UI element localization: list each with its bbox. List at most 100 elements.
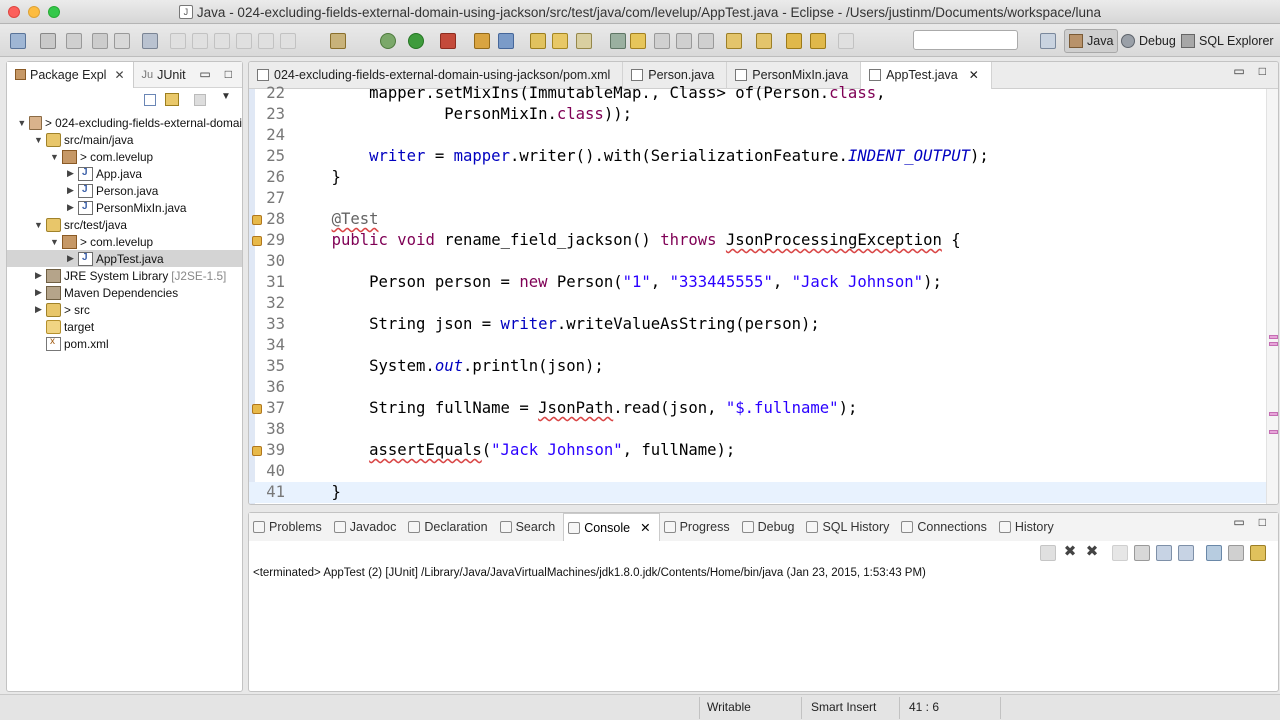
perspective-debug[interactable]: Debug — [1117, 29, 1180, 53]
code-line[interactable]: 24 — [249, 125, 1266, 146]
step-over-icon[interactable] — [258, 33, 274, 49]
code-line[interactable]: 40 — [249, 461, 1266, 482]
run-icon[interactable] — [408, 33, 424, 49]
code-line[interactable]: 29 public void rename_field_jackson() th… — [249, 230, 1266, 251]
tab-junit[interactable]: Ju JUnit — [134, 62, 194, 88]
previous-annotation-icon[interactable] — [756, 33, 772, 49]
save-icon[interactable] — [40, 33, 56, 49]
skip-breakpoints-icon[interactable] — [142, 33, 158, 49]
code-line[interactable]: 41 } — [249, 482, 1266, 503]
expanded-arrow-icon[interactable]: ▼ — [49, 237, 60, 247]
tab-progress[interactable]: Progress — [660, 513, 738, 541]
overview-marker[interactable] — [1269, 412, 1278, 416]
warning-marker-icon[interactable] — [252, 236, 262, 246]
tree-item[interactable]: ▼ > com.levelup — [7, 148, 242, 165]
collapsed-arrow-icon[interactable]: ▶ — [65, 185, 76, 196]
tree-item[interactable]: ▶ App.java — [7, 165, 242, 182]
tree-item[interactable]: ▶ PersonMixIn.java — [7, 199, 242, 216]
open-perspective-icon[interactable] — [1040, 33, 1056, 49]
show-whitespace-icon[interactable] — [676, 33, 692, 49]
show-on-error-icon[interactable] — [1178, 545, 1194, 561]
search-icon[interactable] — [576, 33, 592, 49]
maximize-icon[interactable]: □ — [1259, 515, 1266, 529]
minimize-icon[interactable]: ▭ — [1233, 64, 1244, 78]
pin-console-icon[interactable] — [1206, 545, 1222, 561]
tab-debug[interactable]: Debug — [738, 513, 803, 541]
overview-ruler[interactable] — [1266, 89, 1278, 504]
new-java-package-icon[interactable] — [498, 33, 514, 49]
code-line[interactable]: 37 String fullName = JsonPath.read(json,… — [249, 398, 1266, 419]
expanded-arrow-icon[interactable]: ▼ — [33, 135, 44, 145]
tab-sql-history[interactable]: SQL History — [802, 513, 897, 541]
terminate-icon[interactable] — [214, 33, 230, 49]
tree-item[interactable]: ▶ AppTest.java — [7, 250, 242, 267]
collapsed-arrow-icon[interactable]: ▶ — [33, 304, 44, 315]
show-on-output-icon[interactable] — [1156, 545, 1172, 561]
tree-item[interactable]: ▶ Maven Dependencies — [7, 284, 242, 301]
remove-all-launches-icon[interactable]: ✖ — [1084, 544, 1100, 561]
open-task-icon[interactable] — [552, 33, 568, 49]
open-console-icon[interactable] — [1250, 545, 1266, 561]
code-line[interactable]: 22 mapper.setMixIns(ImmutableMap., Class… — [249, 83, 1266, 104]
code-line[interactable]: 30 — [249, 251, 1266, 272]
collapsed-arrow-icon[interactable]: ▶ — [33, 287, 44, 298]
code-line[interactable]: 31 Person person = new Person("1", "3334… — [249, 272, 1266, 293]
tab-console[interactable]: Console ✕ — [563, 513, 660, 541]
collapse-all-icon[interactable] — [144, 94, 156, 106]
minimize-icon[interactable]: ▭ — [199, 67, 210, 81]
collapsed-arrow-icon[interactable]: ▶ — [65, 202, 76, 213]
tab-javadoc[interactable]: Javadoc — [330, 513, 405, 541]
mark-occurrences-icon[interactable] — [630, 33, 646, 49]
save-all-icon[interactable] — [66, 33, 82, 49]
new-java-project-icon[interactable] — [474, 33, 490, 49]
tree-item[interactable]: target — [7, 318, 242, 335]
forward-icon[interactable] — [838, 33, 854, 49]
collapsed-arrow-icon[interactable]: ▶ — [65, 168, 76, 179]
tab-history[interactable]: History — [995, 513, 1062, 541]
code-line[interactable]: 34 — [249, 335, 1266, 356]
tree-item[interactable]: ▶ JRE System Library [J2SE-1.5] — [7, 267, 242, 284]
tree-item[interactable]: ▶ Person.java — [7, 182, 242, 199]
warning-marker-icon[interactable] — [252, 404, 262, 414]
scroll-lock-icon[interactable] — [1134, 545, 1150, 561]
tree-item[interactable]: ▶ > src — [7, 301, 242, 318]
tab-connections[interactable]: Connections — [897, 513, 995, 541]
tree-item[interactable]: ▼ src/test/java — [7, 216, 242, 233]
code-line[interactable]: 25 writer = mapper.writer().with(Seriali… — [249, 146, 1266, 167]
focus-icon[interactable] — [194, 94, 206, 106]
tab-problems[interactable]: Problems — [249, 513, 330, 541]
code-line[interactable]: 39 assertEquals("Jack Johnson", fullName… — [249, 440, 1266, 461]
debug-run-icon[interactable] — [380, 33, 396, 49]
expanded-arrow-icon[interactable]: ▼ — [33, 220, 44, 230]
overview-marker[interactable] — [1269, 342, 1278, 346]
tree-item[interactable]: ▼ > 024-excluding-fields-external-domai — [7, 114, 242, 131]
code-line[interactable]: 27 — [249, 188, 1266, 209]
quick-access-input[interactable] — [913, 30, 1018, 50]
terminate-icon[interactable] — [1040, 545, 1056, 561]
close-icon[interactable]: ✕ — [969, 68, 979, 82]
external-tools-icon[interactable] — [440, 33, 456, 49]
tab-package-explorer[interactable]: Package Expl ✕ — [7, 61, 134, 88]
step-into-icon[interactable] — [236, 33, 252, 49]
open-type-icon[interactable] — [530, 33, 546, 49]
maximize-icon[interactable]: □ — [225, 67, 232, 81]
back-icon[interactable] — [786, 33, 802, 49]
collapsed-arrow-icon[interactable]: ▶ — [33, 270, 44, 281]
code-line[interactable]: 32 — [249, 293, 1266, 314]
perspective-sql-explorer[interactable]: SQL Explorer — [1177, 29, 1278, 53]
code-line[interactable]: 33 String json = writer.writeValueAsStri… — [249, 314, 1266, 335]
properties-icon[interactable] — [92, 33, 108, 49]
clear-console-icon[interactable] — [1112, 545, 1128, 561]
minimize-icon[interactable]: ▭ — [1233, 515, 1244, 529]
block-selection-icon[interactable] — [654, 33, 670, 49]
next-annotation-icon[interactable] — [726, 33, 742, 49]
print-icon[interactable] — [114, 33, 130, 49]
code-line[interactable]: 35 System.out.println(json); — [249, 356, 1266, 377]
overview-marker[interactable] — [1269, 335, 1278, 339]
code-line[interactable]: 28 @Test — [249, 209, 1266, 230]
expanded-arrow-icon[interactable]: ▼ — [49, 152, 60, 162]
tree-item[interactable]: ▼ > com.levelup — [7, 233, 242, 250]
tree-item[interactable]: ▼ src/main/java — [7, 131, 242, 148]
maximize-icon[interactable]: □ — [1259, 64, 1266, 78]
warning-marker-icon[interactable] — [252, 446, 262, 456]
